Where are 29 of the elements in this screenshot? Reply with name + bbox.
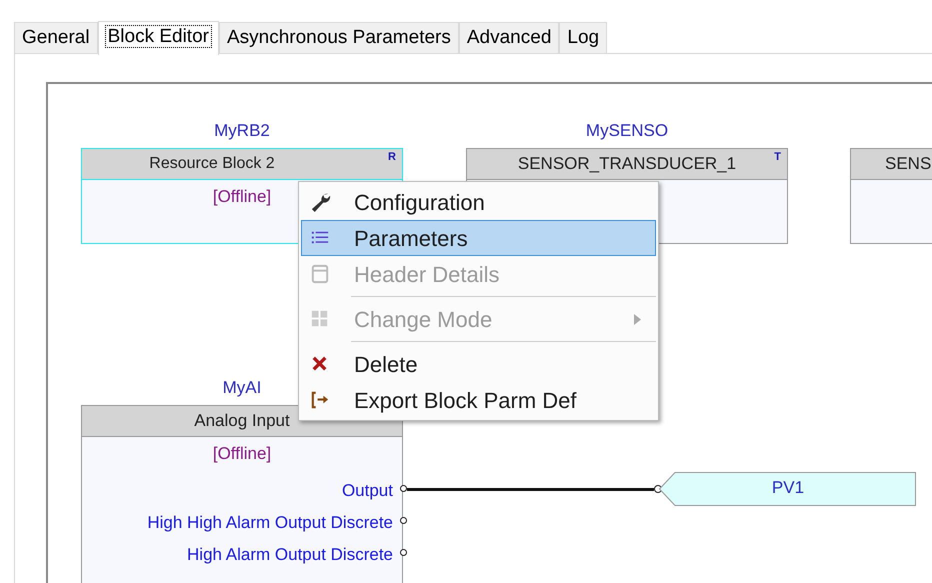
menu-item[interactable]: Configuration [301, 184, 656, 220]
block-status: [Offline] [212, 187, 272, 206]
menu-item[interactable]: Delete [301, 346, 656, 382]
tag-label: PV1 [772, 478, 804, 497]
port-connector[interactable] [400, 485, 407, 492]
port-label: Output [342, 480, 393, 502]
block-title: Resource Block 2 [149, 155, 275, 172]
tab[interactable]: General [14, 22, 98, 54]
block-type-letter: T [774, 150, 781, 164]
tab[interactable]: Log [559, 22, 608, 54]
block-title: Analog Input [194, 411, 290, 430]
block-type-letter: R [388, 150, 396, 164]
tab[interactable]: Asynchronous Parameters [218, 22, 459, 54]
port-label: High Alarm Output Discrete [187, 544, 393, 566]
block-tag: MySENSO [586, 121, 668, 140]
tab[interactable]: Advanced [458, 22, 560, 54]
block-header[interactable]: SENSOR_TRANSDUCER_1 T [466, 148, 788, 180]
block-status: [Offline] [212, 444, 272, 463]
block-tag: MyAI [222, 378, 262, 397]
block-title: SENSOR_TRANSDUCER_1 [518, 154, 736, 173]
port-connector[interactable] [400, 517, 407, 524]
port-label: High High Alarm Output Discrete [147, 512, 393, 534]
block-header[interactable]: SENS [850, 148, 932, 180]
port-connector[interactable] [400, 549, 407, 556]
tab[interactable]: Block Editor [98, 21, 219, 55]
block-title: SENS [885, 154, 932, 173]
block-header[interactable]: Resource Block 2 R [81, 148, 403, 180]
menu-item[interactable]: Parameters [301, 220, 656, 256]
block-tag: MyRB2 [214, 121, 270, 140]
